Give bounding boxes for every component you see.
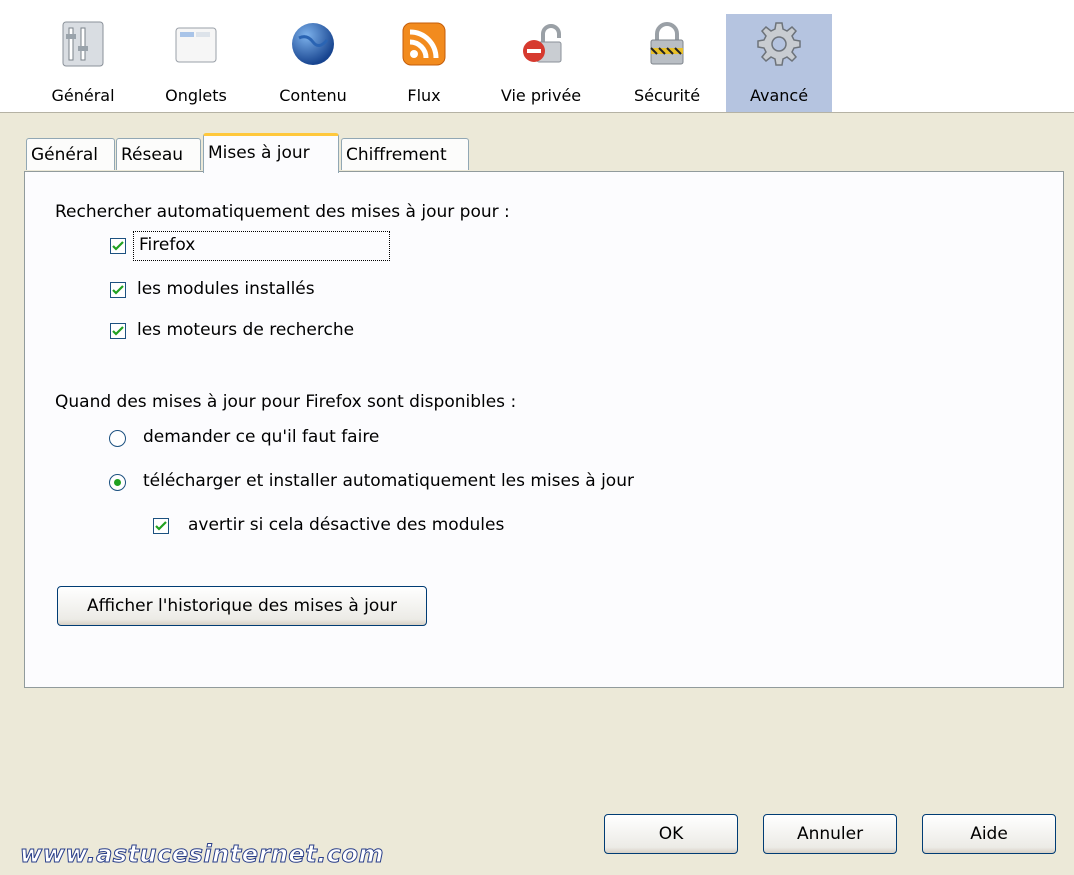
general-icon <box>62 21 104 67</box>
pane-tabs[interactable]: Onglets <box>143 14 249 112</box>
tabs-icon <box>175 27 217 63</box>
search-engines-label[interactable]: les moteurs de recherche <box>137 320 354 340</box>
radio-selected-dot <box>114 479 121 486</box>
auto-check-heading: Rechercher automatiquement des mises à j… <box>55 202 510 222</box>
cancel-button[interactable]: Annuler <box>763 814 897 854</box>
when-available-heading: Quand des mises à jour pour Firefox sont… <box>55 392 517 412</box>
pane-general-label: Général <box>51 86 115 105</box>
pane-content-label: Contenu <box>279 86 347 105</box>
check-icon <box>112 241 124 251</box>
pane-privacy[interactable]: Vie privée <box>484 14 598 112</box>
check-icon <box>155 521 167 531</box>
watermark-text: www.astucesinternet.com <box>20 840 385 869</box>
pane-general[interactable]: Général <box>28 14 138 112</box>
pane-advanced-label: Avancé <box>749 86 809 105</box>
ask-radio[interactable] <box>109 430 126 447</box>
firefox-checkbox[interactable] <box>110 238 126 254</box>
check-icon <box>112 285 124 295</box>
globe-icon <box>292 23 334 65</box>
pane-security-label: Sécurité <box>633 86 701 105</box>
pane-feeds-label: Flux <box>407 86 441 105</box>
tab-general[interactable]: Général <box>26 138 115 170</box>
auto-install-radio[interactable] <box>109 474 126 491</box>
ask-label[interactable]: demander ce qu'il faut faire <box>143 427 379 447</box>
pane-privacy-label: Vie privée <box>500 86 582 105</box>
gear-icon <box>757 22 801 66</box>
auto-install-label[interactable]: télécharger et installer automatiquement… <box>143 471 634 491</box>
pane-advanced[interactable]: Avancé <box>726 14 832 112</box>
tab-network[interactable]: Réseau <box>116 138 201 170</box>
ok-button[interactable]: OK <box>604 814 738 854</box>
warn-addons-label[interactable]: avertir si cela désactive des modules <box>188 515 504 535</box>
tab-updates[interactable]: Mises à jour <box>203 133 339 173</box>
pane-security[interactable]: Sécurité <box>614 14 720 112</box>
help-button[interactable]: Aide <box>922 814 1056 854</box>
firefox-label[interactable]: Firefox <box>139 235 195 255</box>
preferences-toolbar: Général Onglets Contenu Flux Vie privée … <box>0 0 1074 113</box>
search-engines-checkbox[interactable] <box>110 323 126 339</box>
pane-tabs-label: Onglets <box>165 86 227 105</box>
show-update-history-button[interactable]: Afficher l'historique des mises à jour <box>57 586 427 626</box>
addons-label[interactable]: les modules installés <box>137 279 315 299</box>
addons-checkbox[interactable] <box>110 282 126 298</box>
check-icon <box>112 326 124 336</box>
pane-content[interactable]: Contenu <box>260 14 366 112</box>
warn-addons-checkbox[interactable] <box>153 518 169 534</box>
privacy-icon <box>523 24 562 63</box>
updates-panel: Rechercher automatiquement des mises à j… <box>24 171 1064 688</box>
padlock-icon <box>650 22 684 65</box>
tab-encryption[interactable]: Chiffrement <box>341 138 469 170</box>
pane-feeds[interactable]: Flux <box>376 14 472 112</box>
rss-icon <box>402 22 446 66</box>
